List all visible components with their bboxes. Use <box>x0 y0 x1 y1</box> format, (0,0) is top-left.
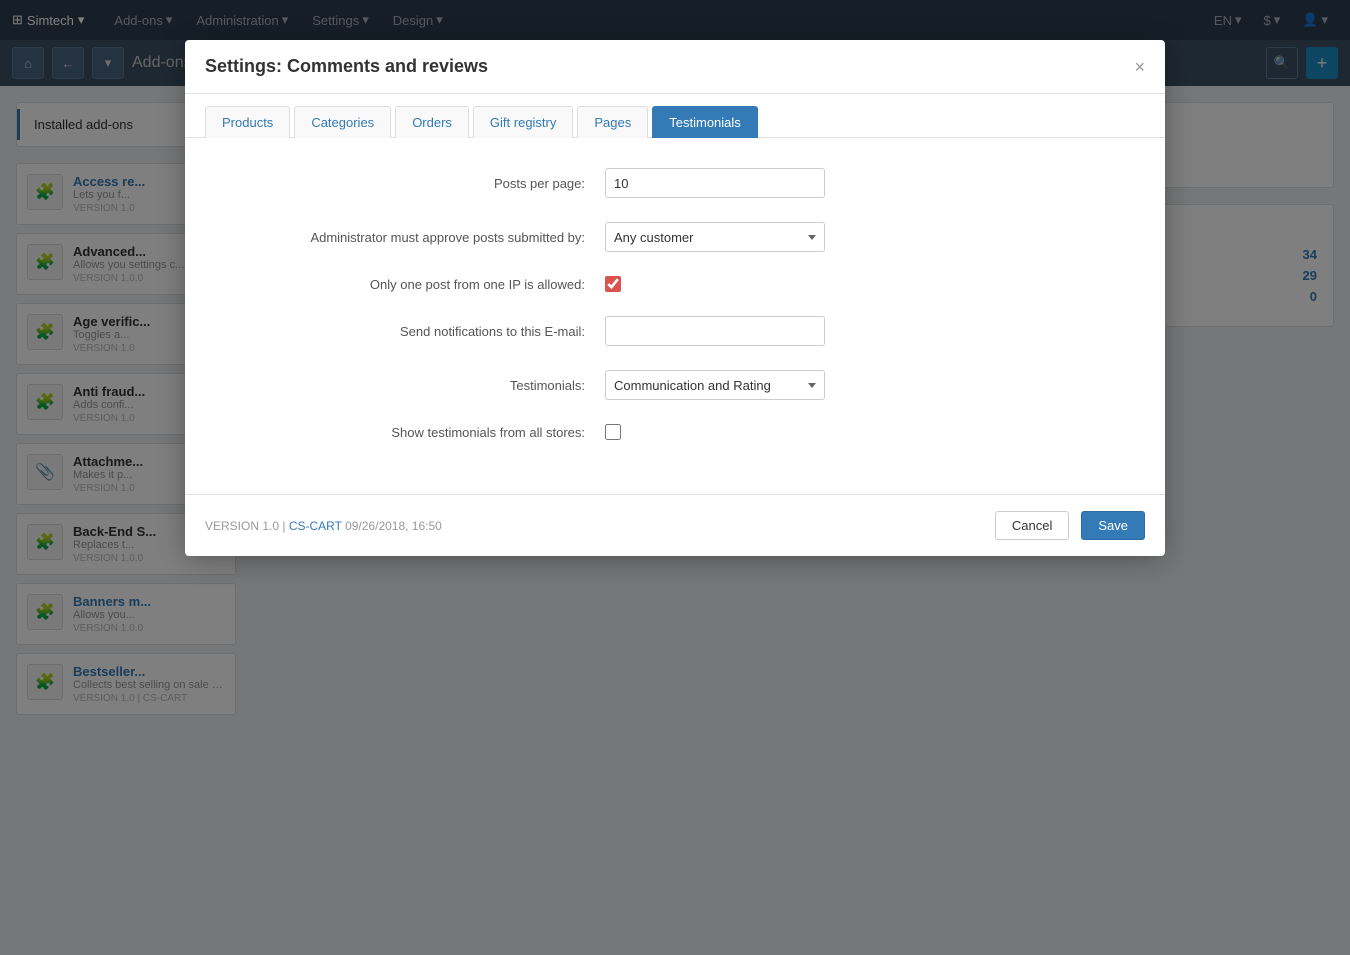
form-row-all-stores: Show testimonials from all stores: <box>225 424 1125 440</box>
form-row-one-post-ip: Only one post from one IP is allowed: <box>225 276 1125 292</box>
label-testimonials: Testimonials: <box>225 378 605 393</box>
form-row-approve-posts: Administrator must approve posts submitt… <box>225 222 1125 252</box>
label-email: Send notifications to this E-mail: <box>225 324 605 339</box>
tab-products-label: Products <box>222 115 273 130</box>
modal-tabs: Products Categories Orders Gift registry… <box>185 94 1165 138</box>
tab-gift-registry-label: Gift registry <box>490 115 556 130</box>
input-posts-per-page[interactable] <box>605 168 825 198</box>
tab-categories[interactable]: Categories <box>294 106 391 138</box>
checkbox-wrapper-all-stores <box>605 424 825 440</box>
main-content: Installed add-ons 🧩 Access re... Lets yo… <box>0 86 1350 955</box>
modal-footer: VERSION 1.0 | CS-CART 09/26/2018, 16:50 … <box>185 494 1165 556</box>
input-email[interactable] <box>605 316 825 346</box>
select-approve-posts[interactable]: Any customer Registered customers Nobody <box>605 222 825 252</box>
form-row-testimonials: Testimonials: Communication and Rating G… <box>225 370 1125 400</box>
tab-testimonials-label: Testimonials <box>669 115 741 130</box>
modal-body: Posts per page: Administrator must appro… <box>185 138 1165 494</box>
checkbox-wrapper-one-post-ip <box>605 276 825 292</box>
select-testimonials[interactable]: Communication and Rating General Other <box>605 370 825 400</box>
tab-pages[interactable]: Pages <box>577 106 648 138</box>
label-posts-per-page: Posts per page: <box>225 176 605 191</box>
settings-modal: Settings: Comments and reviews × Product… <box>185 40 1165 556</box>
label-all-stores: Show testimonials from all stores: <box>225 425 605 440</box>
footer-meta: VERSION 1.0 | CS-CART 09/26/2018, 16:50 <box>205 519 983 533</box>
footer-link[interactable]: CS-CART <box>289 519 342 533</box>
footer-date-value: 09/26/2018, 16:50 <box>345 519 442 533</box>
tab-orders[interactable]: Orders <box>395 106 469 138</box>
tab-products[interactable]: Products <box>205 106 290 138</box>
modal-title: Settings: Comments and reviews <box>205 56 488 77</box>
tab-categories-label: Categories <box>311 115 374 130</box>
tab-pages-label: Pages <box>594 115 631 130</box>
label-approve-posts: Administrator must approve posts submitt… <box>225 230 605 245</box>
modal-header: Settings: Comments and reviews × <box>185 40 1165 94</box>
checkbox-one-post-ip[interactable] <box>605 276 621 292</box>
form-row-posts-per-page: Posts per page: <box>225 168 1125 198</box>
tab-testimonials[interactable]: Testimonials <box>652 106 758 138</box>
save-button[interactable]: Save <box>1081 511 1145 540</box>
modal-overlay: Settings: Comments and reviews × Product… <box>0 0 1350 955</box>
footer-version: VERSION 1.0 <box>205 519 279 533</box>
modal-close-button[interactable]: × <box>1134 58 1145 76</box>
tab-gift-registry[interactable]: Gift registry <box>473 106 573 138</box>
tab-orders-label: Orders <box>412 115 452 130</box>
form-row-email: Send notifications to this E-mail: <box>225 316 1125 346</box>
checkbox-all-stores[interactable] <box>605 424 621 440</box>
cancel-button[interactable]: Cancel <box>995 511 1069 540</box>
label-one-post-ip: Only one post from one IP is allowed: <box>225 277 605 292</box>
